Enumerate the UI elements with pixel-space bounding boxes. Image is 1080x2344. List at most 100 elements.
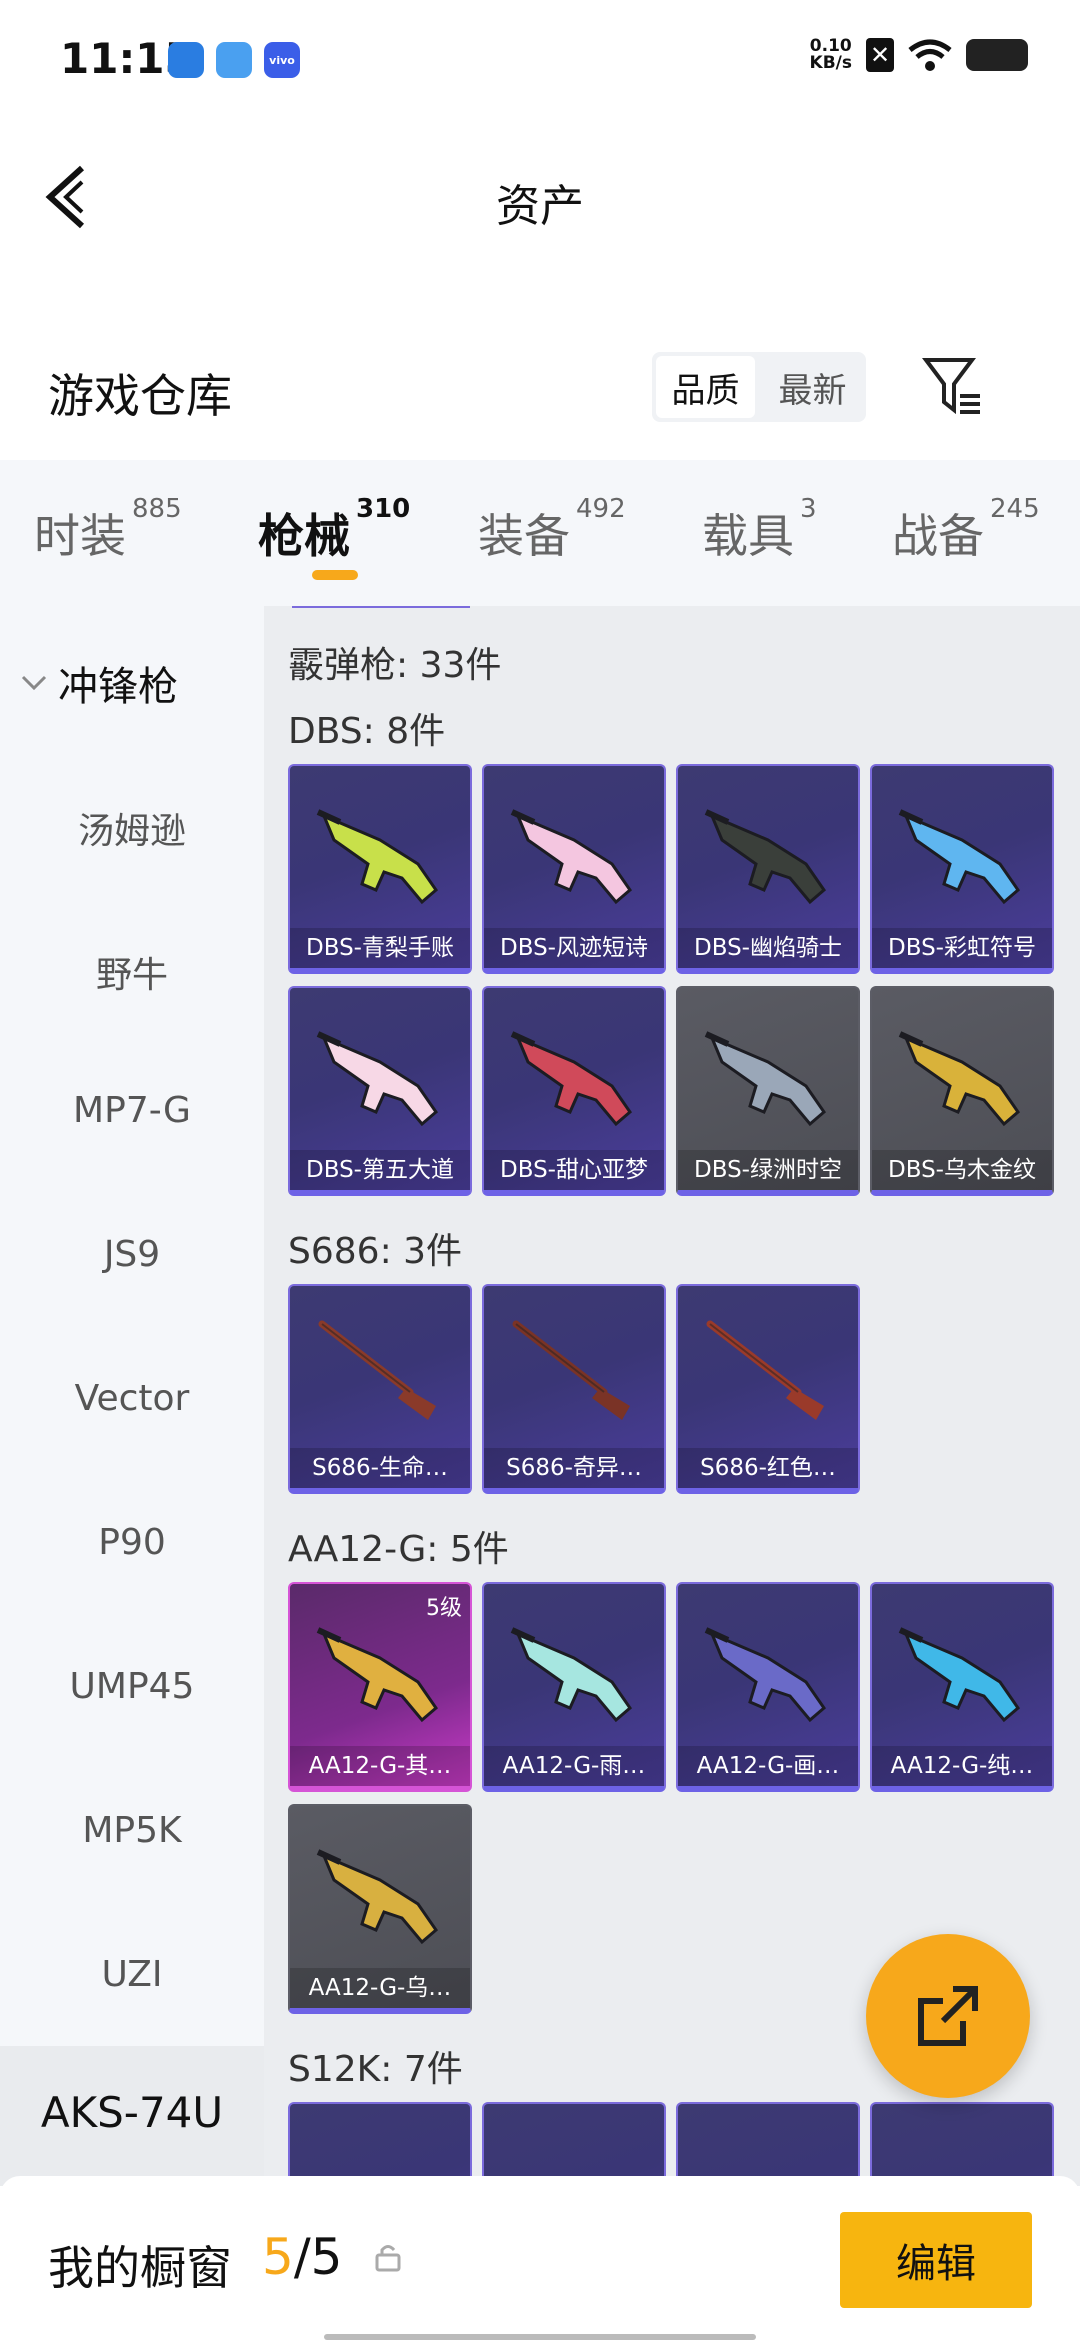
weapon-name: S686-奇异… <box>484 1448 664 1488</box>
weapon-sidebar: 冲锋枪 汤姆逊 野牛 MP7-G JS9 Vector P90 UMP45 MP… <box>0 606 264 2186</box>
weapon-card[interactable]: AA12-G-乌… <box>288 1804 472 2014</box>
sidebar-item[interactable]: UZI <box>0 1954 264 1995</box>
weapon-card[interactable]: S686-奇异… <box>482 1284 666 1494</box>
share-export-icon <box>918 1986 978 2046</box>
section-header: 霰弹枪: 33件 <box>288 645 502 686</box>
weapon-name: DBS-幽焰骑士 <box>678 928 858 968</box>
rifle-image <box>510 1627 633 1723</box>
sidebar-category[interactable]: 冲锋枪 <box>20 654 178 712</box>
rifle-image <box>704 1627 827 1723</box>
sidebar-item[interactable]: 汤姆逊 <box>0 802 264 854</box>
rifle-image <box>316 1627 439 1723</box>
sidebar-item[interactable]: MP7-G <box>0 1090 264 1131</box>
sidebar-item[interactable]: 野牛 <box>0 946 264 998</box>
rifle-image <box>316 809 439 905</box>
chevron-down-icon <box>21 675 47 691</box>
group-title: S686: 3件 <box>288 1231 463 1272</box>
rifle-image <box>316 1031 439 1127</box>
sidebar-item[interactable]: Vector <box>0 1378 264 1419</box>
weapon-name: AA12-G-乌… <box>290 1968 470 2008</box>
showcase-count: 5/5 <box>262 2228 343 2286</box>
group-title: S12K: 7件 <box>288 2049 463 2090</box>
weapon-name: DBS-青梨手账 <box>290 928 470 968</box>
weapon-card[interactable]: DBS-第五大道 <box>288 986 472 1196</box>
weapon-card[interactable]: DBS-风迹短诗 <box>482 764 666 974</box>
rifle-image <box>510 809 633 905</box>
weapon-card[interactable]: DBS-乌木金纹 <box>870 986 1054 1196</box>
home-indicator <box>324 2334 756 2340</box>
sidebar-item[interactable]: UMP45 <box>0 1666 264 1707</box>
weapon-card[interactable] <box>676 2102 860 2186</box>
sidebar-category-label: 冲锋枪 <box>58 664 178 710</box>
level-badge: 5级 <box>426 1596 462 1621</box>
weapon-card[interactable]: DBS-幽焰骑士 <box>676 764 860 974</box>
weapon-card[interactable] <box>870 2102 1054 2186</box>
weapon-card[interactable]: 5级 AA12-G-其… <box>288 1582 472 1792</box>
sidebar-item-selected[interactable]: AKS-74U <box>0 2046 264 2186</box>
sim-x-icon: ✕ <box>866 38 894 72</box>
app-icon <box>168 42 204 78</box>
net-speed: 0.10 KB/s <box>809 36 852 73</box>
weapon-name: AA12-G-雨… <box>484 1746 664 1786</box>
filter-icon[interactable] <box>922 356 984 418</box>
weapon-name: DBS-乌木金纹 <box>872 1150 1052 1190</box>
shotgun-image <box>706 1320 824 1420</box>
tab-vehicles[interactable]: 载具 3 <box>702 494 817 566</box>
weapon-card[interactable] <box>288 2102 472 2186</box>
weapon-name: DBS-绿洲时空 <box>678 1150 858 1190</box>
weapon-name: AA12-G-纯… <box>872 1746 1052 1786</box>
rifle-image <box>316 1849 439 1945</box>
tab-equipment[interactable]: 装备 492 <box>478 494 626 566</box>
weapon-card[interactable]: DBS-甜心亚梦 <box>482 986 666 1196</box>
vivo-app-icon: vivo <box>264 42 300 78</box>
weapon-name: S686-红色… <box>678 1448 858 1488</box>
rifle-image <box>898 809 1021 905</box>
tab-supplies[interactable]: 战备 245 <box>892 494 1040 566</box>
status-app-icons: vivo <box>168 42 300 78</box>
rifle-image <box>898 1627 1021 1723</box>
showcase-label: 我的橱窗 <box>48 2241 232 2295</box>
rifle-image <box>510 1031 633 1127</box>
tab-firearms[interactable]: 枪械 310 <box>258 494 410 566</box>
share-button[interactable] <box>866 1934 1030 2098</box>
shotgun-image <box>512 1320 630 1420</box>
group-title: DBS: 8件 <box>288 711 446 752</box>
sort-quality-button[interactable]: 品质 <box>656 356 755 418</box>
sidebar-item[interactable]: JS9 <box>0 1234 264 1275</box>
status-indicators: 0.10 KB/s ✕ <box>810 38 1028 72</box>
sidebar-item[interactable]: P90 <box>0 1522 264 1563</box>
weapon-name: DBS-第五大道 <box>290 1150 470 1190</box>
rifle-image <box>898 1031 1021 1127</box>
category-tabs: 时装 885 枪械 310 装备 492 载具 3 战备 245 <box>0 460 1080 606</box>
lock-icon <box>375 2245 401 2272</box>
app-icon <box>216 42 252 78</box>
tab-active-indicator <box>312 570 358 580</box>
weapon-card[interactable]: DBS-绿洲时空 <box>676 986 860 1196</box>
shotgun-image <box>318 1320 436 1420</box>
warehouse-title: 游戏仓库 <box>48 369 232 423</box>
sort-latest-button[interactable]: 最新 <box>763 356 862 418</box>
weapon-name: DBS-彩虹符号 <box>872 928 1052 968</box>
rifle-image <box>704 1031 827 1127</box>
wifi-icon <box>908 39 952 71</box>
battery-icon <box>966 39 1028 71</box>
weapon-name: AA12-G-其… <box>290 1746 470 1786</box>
weapon-card[interactable]: DBS-青梨手账 <box>288 764 472 974</box>
weapon-name: DBS-甜心亚梦 <box>484 1150 664 1190</box>
weapon-card[interactable]: AA12-G-雨… <box>482 1582 666 1792</box>
weapon-card[interactable] <box>482 2102 666 2186</box>
weapon-card[interactable]: S686-红色… <box>676 1284 860 1494</box>
showcase-bar: 我的橱窗 5/5 编辑 <box>0 2176 1080 2344</box>
weapon-name: DBS-风迹短诗 <box>484 928 664 968</box>
page-title: 资产 <box>496 181 584 232</box>
tab-fashion[interactable]: 时装 885 <box>34 494 182 566</box>
weapon-card[interactable]: AA12-G-画… <box>676 1582 860 1792</box>
weapon-name: S686-生命… <box>290 1448 470 1488</box>
edit-button[interactable]: 编辑 <box>840 2212 1032 2308</box>
group-title: AA12-G: 5件 <box>288 1529 509 1570</box>
weapon-name: AA12-G-画… <box>678 1746 858 1786</box>
weapon-card[interactable]: DBS-彩虹符号 <box>870 764 1054 974</box>
weapon-card[interactable]: AA12-G-纯… <box>870 1582 1054 1792</box>
weapon-card[interactable]: S686-生命… <box>288 1284 472 1494</box>
sidebar-item[interactable]: MP5K <box>0 1810 264 1851</box>
